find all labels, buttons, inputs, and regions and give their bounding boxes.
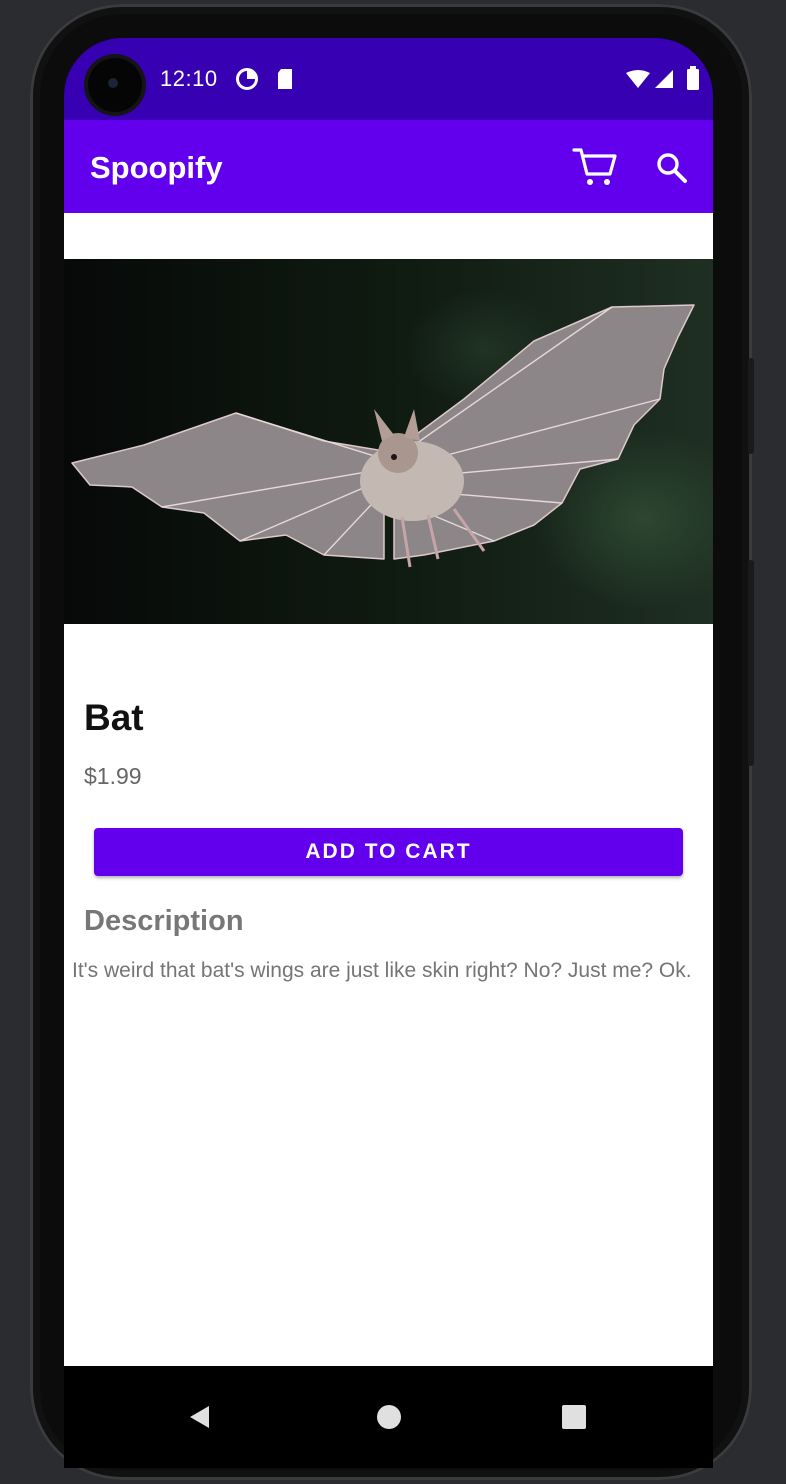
sd-card-icon (276, 68, 294, 95)
home-icon[interactable] (364, 1392, 414, 1442)
power-button (748, 358, 754, 454)
cell-signal-icon (654, 69, 674, 94)
battery-icon (686, 66, 700, 95)
data-saver-icon (236, 68, 258, 95)
description-heading: Description (84, 905, 244, 937)
description-text: It's weird that bat's wings are just lik… (72, 959, 692, 982)
add-to-cart-label: ADD TO CART (305, 840, 472, 863)
product-name: Bat (84, 697, 144, 738)
search-icon[interactable] (655, 151, 689, 185)
app-title: Spoopify (90, 150, 223, 185)
navigation-bar (64, 1366, 713, 1468)
back-icon[interactable] (175, 1392, 225, 1442)
device-screen: 12:10 Spoopify Bat $1.99 ADD TO CART Des… (64, 38, 713, 1468)
recents-icon[interactable] (549, 1392, 599, 1442)
cart-icon[interactable] (572, 146, 618, 188)
product-detail: Bat $1.99 ADD TO CART Description It's w… (64, 213, 713, 1366)
app-bar: Spoopify (64, 120, 713, 213)
product-price: $1.99 (84, 763, 142, 789)
camera-cutout (88, 58, 142, 112)
status-bar: 12:10 (64, 38, 713, 120)
product-image (64, 259, 713, 624)
volume-button (748, 560, 754, 766)
wifi-icon (626, 70, 650, 93)
add-to-cart-button[interactable]: ADD TO CART (94, 828, 683, 876)
status-time: 12:10 (160, 66, 218, 91)
